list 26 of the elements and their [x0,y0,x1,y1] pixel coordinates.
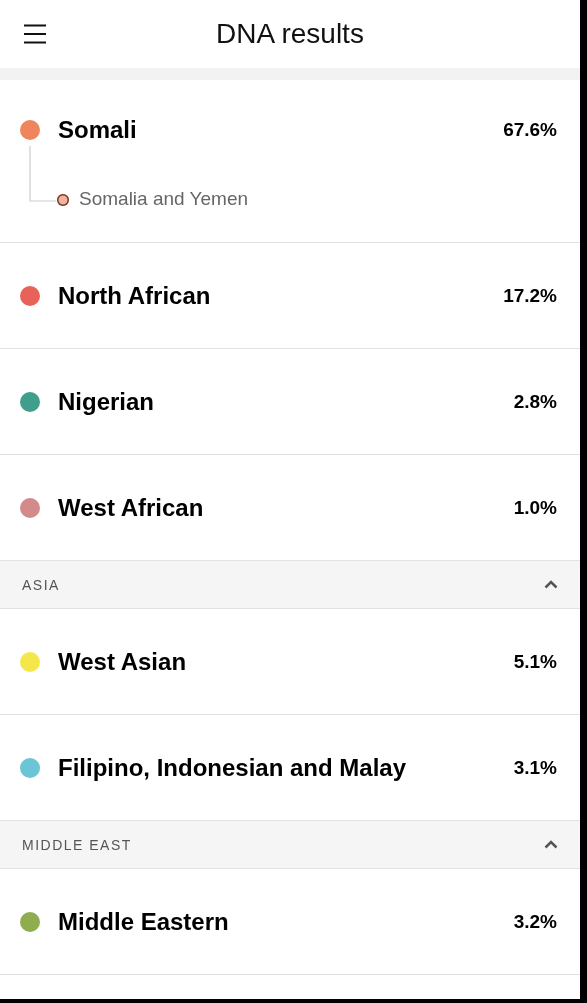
region-name: West Asian [58,647,188,676]
page-title: DNA results [216,18,364,50]
percentage: 67.6% [503,119,557,141]
chevron-icon [544,580,558,589]
region-name: Middle Eastern [58,907,230,936]
percentage: 3.1% [513,756,557,779]
ancestry-row[interactable]: North African 17.2% [0,243,580,349]
ancestry-row[interactable]: Somali 67.6% Somalia and Yemen [0,80,580,243]
chevron-icon [544,840,558,849]
region-name: Somali [58,116,138,144]
percentage: 1.0% [513,496,557,519]
region-name: Filipino, Indonesian and Malay [58,753,408,782]
ancestry-row[interactable]: West Asian 5.1% [0,609,580,715]
region-name: Nigerian [58,387,156,416]
menu-icon [23,24,47,44]
region-name: West African [58,493,205,522]
section-header[interactable]: ASIA [0,561,580,609]
region-name: North African [58,281,212,310]
percentage: 17.2% [503,284,557,307]
percentage: 5.1% [513,650,557,673]
ancestry-row[interactable]: Middle Eastern 3.2% [0,869,580,975]
percentage: 3.2% [513,910,557,933]
percentage: 2.8% [513,390,557,413]
section-header[interactable]: MIDDLE EAST [0,821,580,869]
ancestry-row[interactable]: Nigerian 2.8% [0,349,580,455]
subregion-name: Somalia and Yemen [79,188,248,210]
